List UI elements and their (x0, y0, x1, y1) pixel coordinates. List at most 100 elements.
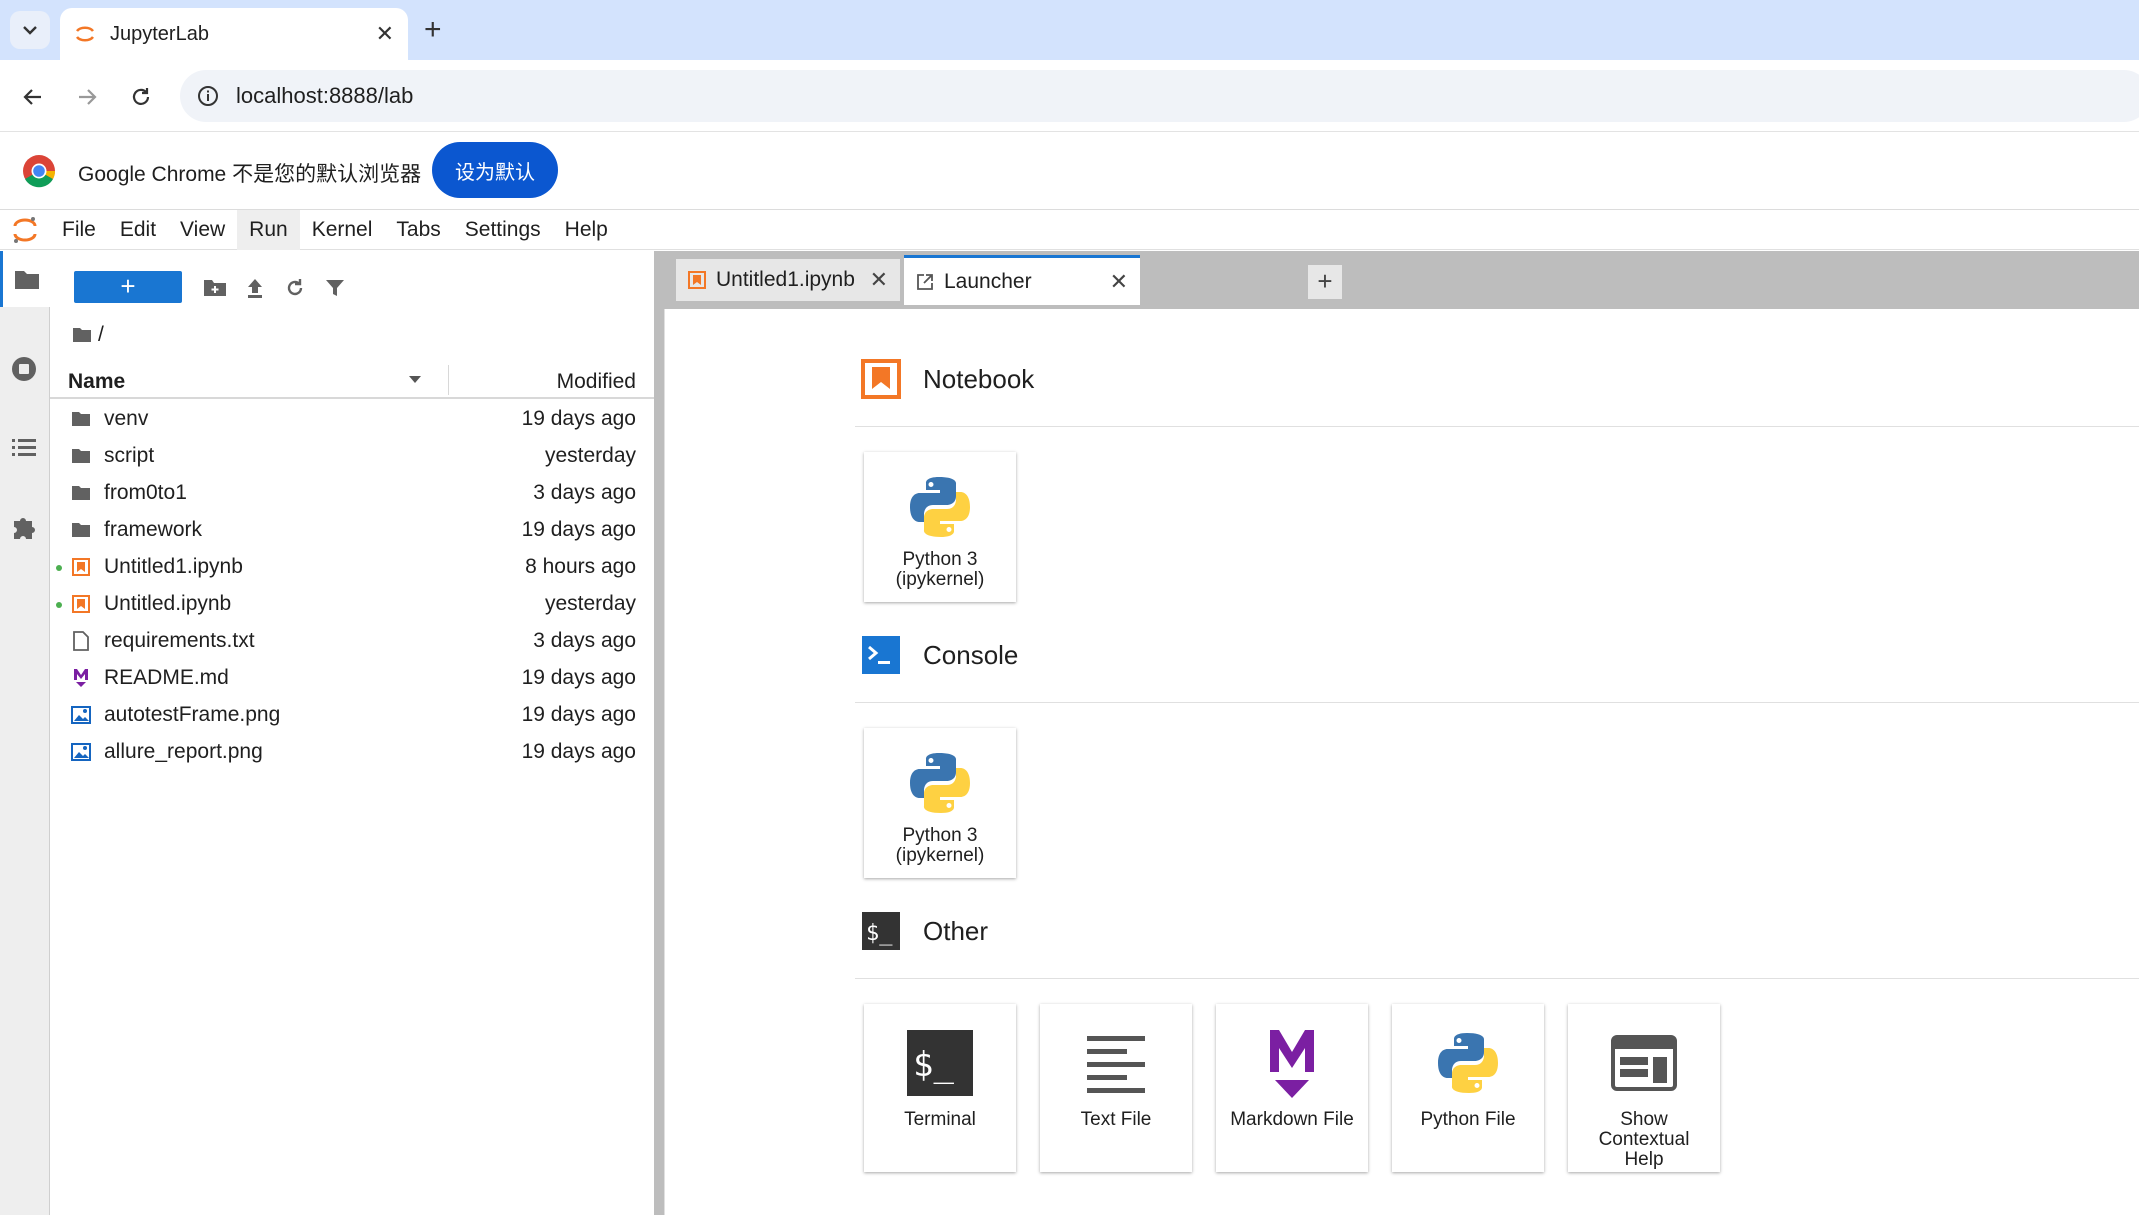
file-row[interactable]: script yesterday (50, 438, 654, 475)
text-file-icon (1085, 1016, 1147, 1110)
file-type-icon (70, 408, 92, 430)
tab-launcher[interactable]: Launcher ✕ (904, 255, 1140, 305)
file-type-icon (70, 482, 92, 504)
new-folder-button[interactable] (202, 275, 228, 301)
notebook-section-icon (861, 359, 901, 399)
contextual-help-card[interactable]: Show Contextual Help (1568, 1004, 1720, 1172)
markdown-icon (74, 669, 88, 687)
stop-circle-icon (12, 357, 36, 381)
file-modified: 19 days ago (521, 518, 636, 541)
launcher-icon (917, 273, 933, 290)
menu-edit[interactable]: Edit (108, 210, 168, 250)
filter-icon (326, 280, 344, 296)
console-section-header: Console (861, 635, 1018, 675)
card-label-line1: Python 3 (902, 825, 978, 846)
filter-button[interactable] (322, 275, 348, 301)
file-name: Untitled.ipynb (104, 592, 232, 615)
text-file-icon (73, 631, 89, 651)
menu-run[interactable]: Run (237, 209, 300, 250)
sort-caret-icon[interactable] (408, 375, 422, 384)
address-bar[interactable]: localhost:8888/lab (180, 70, 2139, 122)
launcher-panel: Notebook Python 3 (ipykernel) Console Py… (664, 309, 2139, 1215)
file-name: venv (104, 407, 149, 430)
close-tab-icon[interactable]: ✕ (870, 267, 888, 293)
python3-console-card[interactable]: Python 3 (ipykernel) (864, 728, 1016, 878)
python3-notebook-card[interactable]: Python 3 (ipykernel) (864, 452, 1016, 602)
new-launcher-button[interactable]: + (74, 271, 182, 303)
breadcrumb: / (72, 323, 104, 347)
card-label-line2: (ipykernel) (895, 569, 985, 590)
menu-tabs[interactable]: Tabs (384, 210, 452, 250)
close-tab-icon[interactable]: ✕ (376, 21, 394, 47)
menu-settings[interactable]: Settings (453, 210, 553, 250)
file-name: Untitled1.ipynb (104, 555, 243, 578)
name-column-header[interactable]: Name (68, 370, 125, 394)
table-of-contents-tab[interactable] (0, 419, 48, 475)
browser-tab-strip: JupyterLab ✕ + (0, 0, 2139, 60)
add-tab-button[interactable]: + (1308, 265, 1342, 299)
close-tab-icon[interactable]: ✕ (1110, 269, 1128, 295)
terminal-card[interactable]: $_ Terminal (864, 1004, 1016, 1172)
card-label: Markdown File (1230, 1109, 1354, 1130)
running-sessions-tab[interactable] (0, 341, 48, 397)
new-tab-button[interactable]: + (424, 13, 442, 47)
upload-button[interactable] (242, 275, 268, 301)
refresh-button[interactable] (282, 275, 308, 301)
tab-untitled1-ipynb[interactable]: Untitled1.ipynb ✕ (676, 259, 900, 301)
python-file-card[interactable]: Python File (1392, 1004, 1544, 1172)
file-row[interactable]: Untitled1.ipynb 8 hours ago (50, 549, 654, 586)
back-arrow-icon (23, 89, 41, 105)
svg-text:$_: $_ (866, 921, 893, 946)
file-row[interactable]: allure_report.png 19 days ago (50, 734, 654, 771)
folder-icon (72, 412, 90, 426)
file-row[interactable]: venv 19 days ago (50, 401, 654, 438)
file-row[interactable]: README.md 19 days ago (50, 660, 654, 697)
browser-tab-jupyterlab[interactable]: JupyterLab ✕ (60, 8, 408, 60)
extension-manager-tab[interactable] (0, 499, 48, 555)
column-separator[interactable] (448, 365, 449, 395)
markdown-icon (1267, 1016, 1317, 1110)
folder-icon[interactable] (72, 327, 92, 343)
file-row[interactable]: from0to1 3 days ago (50, 475, 654, 512)
file-name: autotestFrame.png (104, 703, 281, 726)
image-file-icon (71, 706, 91, 724)
panel-splitter[interactable] (654, 251, 664, 1215)
markdown-file-card[interactable]: Markdown File (1216, 1004, 1368, 1172)
image-file-icon (71, 743, 91, 761)
terminal-section-icon: $_ (862, 912, 900, 950)
file-browser-toolbar: + (50, 269, 654, 305)
file-row[interactable]: framework 19 days ago (50, 512, 654, 549)
browser-toolbar: localhost:8888/lab (0, 60, 2139, 132)
modified-column-header[interactable]: Modified (557, 370, 636, 394)
reload-button[interactable] (126, 82, 156, 112)
notebook-icon (688, 271, 706, 289)
main-dock-area: Untitled1.ipynb ✕ Launcher ✕ + Notebook … (664, 251, 2139, 1215)
card-label-line3: Help (1624, 1149, 1664, 1170)
folder-icon (72, 449, 90, 463)
default-browser-infobar: Google Chrome 不是您的默认浏览器 设为默认 (0, 132, 2139, 210)
card-label-line2: Contextual (1598, 1129, 1690, 1150)
menu-help[interactable]: Help (553, 210, 620, 250)
forward-button[interactable] (72, 82, 102, 112)
tab-search-button[interactable] (10, 11, 50, 49)
text-file-card[interactable]: Text File (1040, 1004, 1192, 1172)
file-type-icon (70, 445, 92, 467)
set-default-button[interactable]: 设为默认 (432, 142, 558, 198)
menu-view[interactable]: View (168, 210, 237, 250)
breadcrumb-root[interactable]: / (98, 323, 104, 347)
svg-text:$_: $_ (913, 1045, 954, 1085)
jupyter-favicon-icon (75, 26, 95, 42)
menu-file[interactable]: File (50, 210, 108, 250)
site-info-icon[interactable] (196, 84, 220, 108)
card-label: Terminal (904, 1109, 976, 1130)
file-browser-tab[interactable] (0, 251, 50, 307)
file-name: from0to1 (104, 481, 187, 504)
puzzle-icon (14, 518, 35, 539)
file-row[interactable]: Untitled.ipynb yesterday (50, 586, 654, 623)
dock-tab-bar: Untitled1.ipynb ✕ Launcher ✕ + (664, 251, 2139, 309)
back-button[interactable] (18, 82, 48, 112)
file-row[interactable]: autotestFrame.png 19 days ago (50, 697, 654, 734)
chrome-logo-icon (23, 155, 56, 188)
file-row[interactable]: requirements.txt 3 days ago (50, 623, 654, 660)
menu-kernel[interactable]: Kernel (300, 210, 385, 250)
